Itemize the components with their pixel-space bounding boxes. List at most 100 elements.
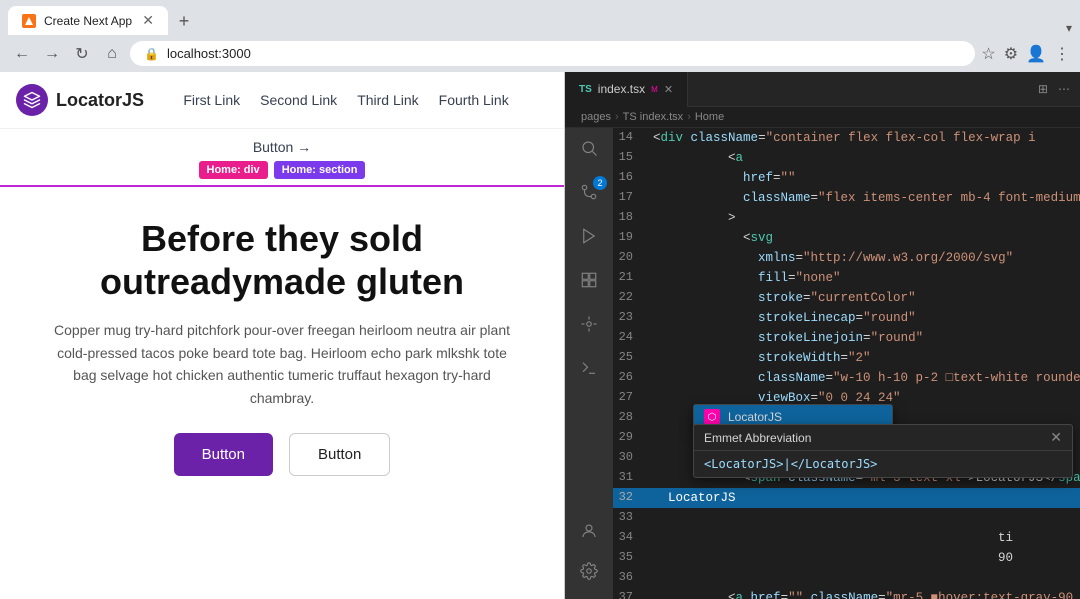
activity-bar: 2 — [565, 128, 613, 599]
code-line-16: 16 href="" — [613, 168, 1080, 188]
breadcrumb-sep-1: › — [615, 111, 619, 123]
activity-extensions[interactable] — [577, 268, 601, 292]
nav-link-fourth[interactable]: Fourth Link — [439, 92, 509, 108]
code-line-17: 17 className="flex items-center mb-4 fon… — [613, 188, 1080, 208]
emmet-code: <LocatorJS>|</LocatorJS> — [704, 457, 877, 471]
more-icon[interactable]: ⋮ — [1054, 44, 1070, 64]
breadcrumb-pages[interactable]: pages — [581, 111, 611, 123]
badge-home-div[interactable]: Home: div — [199, 161, 268, 179]
tab-end-controls: ▾ — [1066, 21, 1080, 35]
nav-link-third[interactable]: Third Link — [357, 92, 418, 108]
logo-text: LocatorJS — [56, 90, 144, 111]
code-line-25: 25 strokeWidth="2" — [613, 348, 1080, 368]
activity-search[interactable] — [577, 136, 601, 160]
hero-section: Before they sold outreadymade gluten Cop… — [0, 187, 564, 599]
nav-link-second[interactable]: Second Link — [260, 92, 337, 108]
hero-description: Copper mug try-hard pitchfork pour-over … — [52, 319, 512, 409]
code-line-32: 32 LocatorJS — [613, 488, 1080, 508]
secondary-button[interactable]: Button — [289, 433, 390, 476]
browser-content: LocatorJS First Link Second Link Third L… — [0, 72, 565, 599]
tab-close[interactable]: ✕ — [664, 83, 673, 96]
vscode-toolbar: ⊞ ⋯ — [1028, 82, 1080, 96]
breadcrumb-symbol[interactable]: Home — [695, 111, 724, 123]
locator-badges: Home: div Home: section — [199, 161, 366, 179]
autocomplete-type-icon: ⬡ — [704, 409, 720, 425]
activity-bottom — [577, 519, 601, 591]
activity-locator[interactable] — [577, 312, 601, 336]
breadcrumb-sep-2: › — [687, 111, 691, 123]
split-editor-icon[interactable]: ⊞ — [1038, 82, 1048, 96]
reload-button[interactable]: ↻ — [70, 42, 94, 66]
back-button[interactable]: ← — [10, 42, 34, 66]
browser-chrome: Create Next App ✕ + ▾ ← → ↻ ⌂ 🔒 localhos… — [0, 0, 1080, 72]
vscode-tabs: TS index.tsx M ✕ ⊞ ⋯ — [565, 72, 1080, 107]
source-control-badge: 2 — [593, 176, 607, 190]
url-bar[interactable]: 🔒 localhost:3000 — [130, 41, 975, 66]
autocomplete-label: LocatorJS — [728, 410, 782, 424]
browser-tab[interactable]: Create Next App ✕ — [8, 6, 168, 35]
extensions-icon[interactable]: ⚙ — [1004, 44, 1018, 64]
new-tab-button[interactable]: + — [170, 7, 198, 35]
profile-icon[interactable]: 👤 — [1026, 44, 1046, 64]
emmet-title: Emmet Abbreviation — [704, 431, 811, 445]
tab-dropdown-icon[interactable]: ▾ — [1066, 21, 1072, 35]
code-line-24: 24 strokeLinejoin="round" — [613, 328, 1080, 348]
hero-title: Before they sold outreadymade gluten — [42, 217, 522, 303]
cta-area: Button → Home: div Home: section — [0, 129, 564, 187]
home-button[interactable]: ⌂ — [100, 42, 124, 66]
emmet-header: Emmet Abbreviation ✕ — [694, 425, 1072, 451]
code-content[interactable]: 14 <div className="container flex flex-c… — [613, 128, 1080, 599]
main-area: LocatorJS First Link Second Link Third L… — [0, 72, 1080, 599]
nav-links: First Link Second Link Third Link Fourth… — [183, 92, 508, 108]
logo: LocatorJS — [16, 84, 144, 116]
tab-close-button[interactable]: ✕ — [142, 12, 154, 29]
code-line-19: 19 <svg — [613, 228, 1080, 248]
code-line-14: 14 <div className="container flex flex-c… — [613, 128, 1080, 148]
code-line-18: 18 > — [613, 208, 1080, 228]
activity-source-control[interactable]: 2 — [577, 180, 601, 204]
emmet-popup: Emmet Abbreviation ✕ <LocatorJS>|</Locat… — [693, 424, 1073, 478]
modified-indicator: M — [651, 85, 658, 94]
nav-link-first[interactable]: First Link — [183, 92, 240, 108]
code-line-21: 21 fill="none" — [613, 268, 1080, 288]
vscode-panel: TS index.tsx M ✕ ⊞ ⋯ pages › TS index.ts… — [565, 72, 1080, 599]
primary-button[interactable]: Button — [174, 433, 273, 476]
hero-buttons: Button Button — [174, 433, 391, 476]
activity-terminal[interactable] — [577, 356, 601, 380]
cta-button[interactable]: Button → — [253, 139, 311, 155]
code-line-35: 35 90 — [613, 548, 1080, 568]
tab-title: Create Next App — [44, 14, 134, 28]
badge-home-section[interactable]: Home: section — [274, 161, 366, 179]
ts-icon: TS — [579, 84, 592, 95]
tab-filename: index.tsx — [598, 82, 645, 96]
forward-button[interactable]: → — [40, 42, 64, 66]
vscode-tab-index[interactable]: TS index.tsx M ✕ — [565, 72, 688, 107]
activity-settings[interactable] — [577, 559, 601, 583]
url-text: localhost:3000 — [167, 46, 251, 61]
breadcrumb: pages › TS index.tsx › Home — [565, 107, 1080, 128]
activity-account[interactable] — [577, 519, 601, 543]
tab-favicon — [22, 14, 36, 28]
bookmark-icon[interactable]: ☆ — [981, 44, 995, 64]
code-line-22: 22 stroke="currentColor" — [613, 288, 1080, 308]
address-bar: ← → ↻ ⌂ 🔒 localhost:3000 ☆ ⚙ 👤 ⋮ — [0, 35, 1080, 72]
editor-area: 14 <div className="container flex flex-c… — [613, 128, 1080, 599]
lock-icon: 🔒 — [144, 47, 159, 61]
breadcrumb-file[interactable]: TS index.tsx — [623, 111, 684, 123]
vscode-body: 2 — [565, 128, 1080, 599]
emmet-close-button[interactable]: ✕ — [1050, 429, 1062, 446]
address-actions: ☆ ⚙ 👤 ⋮ — [981, 44, 1070, 64]
code-line-36: 36 — [613, 568, 1080, 588]
code-line-37: 37 <a href="" className="mr-5 ■hover:tex… — [613, 588, 1080, 599]
more-actions-icon[interactable]: ⋯ — [1058, 82, 1070, 96]
code-line-33: 33 — [613, 508, 1080, 528]
code-line-23: 23 strokeLinecap="round" — [613, 308, 1080, 328]
logo-icon — [16, 84, 48, 116]
code-line-26: 26 className="w-10 h-10 p-2 □text-white … — [613, 368, 1080, 388]
activity-run[interactable] — [577, 224, 601, 248]
site-nav: LocatorJS First Link Second Link Third L… — [0, 72, 564, 129]
code-line-34: 34 ti — [613, 528, 1080, 548]
code-line-20: 20 xmlns="http://www.w3.org/2000/svg" — [613, 248, 1080, 268]
emmet-body: <LocatorJS>|</LocatorJS> — [694, 451, 1072, 477]
tab-bar: Create Next App ✕ + ▾ — [0, 0, 1080, 35]
